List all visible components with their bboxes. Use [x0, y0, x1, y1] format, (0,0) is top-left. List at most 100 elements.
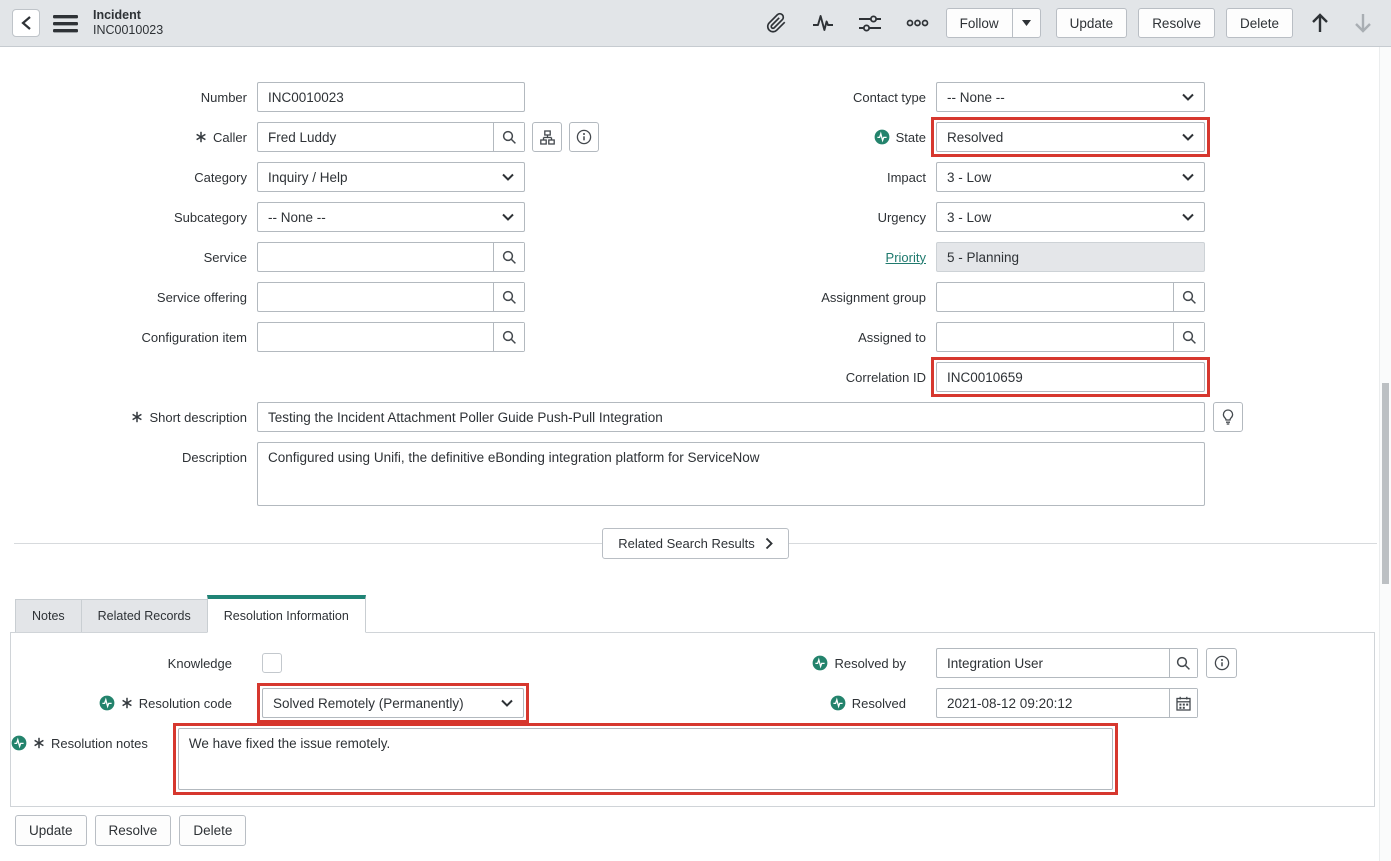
category-label: Category	[0, 170, 257, 185]
resolution-notes-label: Resolution notes	[11, 728, 178, 758]
tab-related-records[interactable]: Related Records	[81, 599, 208, 632]
caller-preview-button[interactable]	[569, 122, 599, 152]
assigned-to-reference-field	[936, 322, 1205, 352]
caller-label: Caller	[0, 130, 257, 145]
knowledge-row: Knowledge	[11, 648, 695, 678]
resolved-input[interactable]	[937, 689, 1169, 717]
header-icon-group	[760, 9, 935, 37]
urgency-select[interactable]: 3 - Low	[936, 202, 1205, 232]
personalize-form-button[interactable]	[853, 11, 887, 36]
state-select[interactable]: Resolved	[936, 122, 1205, 152]
state-label: State	[695, 129, 936, 145]
incident-form: Number Caller	[0, 47, 1391, 402]
category-select[interactable]: Inquiry / Help	[257, 162, 525, 192]
assignment-group-lookup-button[interactable]	[1173, 283, 1204, 311]
update-button-footer[interactable]: Update	[15, 815, 87, 846]
update-button-header[interactable]: Update	[1056, 8, 1128, 38]
mandatory-icon	[121, 697, 133, 709]
arrow-up-icon	[1310, 11, 1330, 35]
resolved-by-input[interactable]	[937, 649, 1169, 677]
resolution-notes-row: Resolution notes We have fixed the issue…	[11, 728, 695, 790]
knowledge-checkbox[interactable]	[262, 653, 282, 673]
configuration-item-input[interactable]	[258, 323, 493, 351]
resolution-notes-textarea[interactable]: We have fixed the issue remotely.	[178, 728, 1113, 790]
priority-link[interactable]: Priority	[886, 250, 926, 265]
activity-stream-button[interactable]	[806, 10, 840, 36]
follow-button[interactable]: Follow	[946, 8, 1013, 38]
assignment-group-label: Assignment group	[695, 290, 936, 305]
service-offering-input[interactable]	[258, 283, 493, 311]
correlation-id-row: Correlation ID	[695, 362, 1391, 392]
follow-dropdown-button[interactable]	[1012, 8, 1041, 38]
more-options-button[interactable]	[900, 16, 935, 30]
caller-lookup-button[interactable]	[493, 123, 524, 151]
short-description-row: Short description	[0, 402, 1391, 432]
number-input[interactable]	[257, 82, 525, 112]
assigned-to-lookup-button[interactable]	[1173, 323, 1204, 351]
paperclip-icon	[766, 12, 787, 34]
correlation-id-input[interactable]	[936, 362, 1205, 392]
search-icon	[1182, 290, 1197, 305]
resolution-left-column: Knowledge Resolution code Solved Remotel…	[11, 648, 695, 806]
resolved-datetime-field	[936, 688, 1198, 718]
incident-form-page: Incident INC0010023	[0, 0, 1391, 861]
calendar-icon	[1176, 696, 1191, 711]
resolve-button-footer[interactable]: Resolve	[95, 815, 172, 846]
service-label: Service	[0, 250, 257, 265]
resolution-code-select[interactable]: Solved Remotely (Permanently)	[262, 688, 524, 718]
next-record-button[interactable]	[1347, 8, 1379, 38]
correlation-id-field-wrapper	[936, 362, 1205, 392]
tab-resolution-information[interactable]: Resolution Information	[207, 595, 366, 633]
impact-label: Impact	[695, 170, 936, 185]
suggestion-button[interactable]	[1213, 402, 1243, 432]
caller-input[interactable]	[258, 123, 493, 151]
related-search-results-button[interactable]: Related Search Results	[602, 528, 789, 559]
short-description-label: Short description	[0, 410, 257, 425]
resolved-calendar-button[interactable]	[1169, 689, 1197, 717]
lightbulb-icon	[1221, 409, 1235, 425]
configuration-item-lookup-button[interactable]	[493, 323, 524, 351]
configuration-item-label: Configuration item	[0, 330, 257, 345]
field-modified-icon	[11, 735, 27, 751]
impact-select[interactable]: 3 - Low	[936, 162, 1205, 192]
category-row: Category Inquiry / Help	[0, 162, 695, 192]
delete-button-footer[interactable]: Delete	[179, 815, 246, 846]
state-field-wrapper: Resolved	[936, 122, 1205, 152]
service-input[interactable]	[258, 243, 493, 271]
resolved-label: Resolved	[695, 695, 936, 711]
attachment-button[interactable]	[760, 9, 793, 37]
context-menu-button[interactable]	[51, 12, 80, 35]
assignment-group-input[interactable]	[937, 283, 1173, 311]
short-description-input[interactable]	[257, 402, 1205, 432]
more-options-icon	[906, 19, 929, 27]
contact-type-select[interactable]: -- None --	[936, 82, 1205, 112]
priority-label: Priority	[695, 250, 936, 265]
state-row: State Resolved	[695, 122, 1391, 152]
correlation-id-label: Correlation ID	[695, 370, 936, 385]
caller-show-related-button[interactable]	[532, 122, 562, 152]
resolution-code-label: Resolution code	[11, 695, 262, 711]
service-offering-lookup-button[interactable]	[493, 283, 524, 311]
description-textarea[interactable]: Configured using Unifi, the definitive e…	[257, 442, 1205, 506]
impact-row: Impact 3 - Low	[695, 162, 1391, 192]
record-number: INC0010023	[93, 23, 163, 38]
scrollbar-thumb[interactable]	[1382, 383, 1389, 584]
resolved-by-label: Resolved by	[695, 655, 936, 671]
resolve-button-header[interactable]: Resolve	[1138, 8, 1215, 38]
info-icon	[576, 129, 592, 145]
chevron-left-icon	[21, 15, 32, 31]
previous-record-button[interactable]	[1304, 8, 1336, 38]
back-button[interactable]	[12, 9, 40, 37]
delete-button-header[interactable]: Delete	[1226, 8, 1293, 38]
chevron-down-icon	[502, 213, 514, 221]
caller-row: Caller	[0, 122, 695, 152]
resolved-by-preview-button[interactable]	[1206, 648, 1237, 678]
resolved-by-reference-field	[936, 648, 1198, 678]
assigned-to-input[interactable]	[937, 323, 1173, 351]
subcategory-select[interactable]: -- None --	[257, 202, 525, 232]
service-lookup-button[interactable]	[493, 243, 524, 271]
sliders-icon	[859, 14, 881, 33]
resolved-by-lookup-button[interactable]	[1169, 649, 1197, 677]
search-icon	[502, 130, 517, 145]
tab-notes[interactable]: Notes	[15, 599, 82, 632]
